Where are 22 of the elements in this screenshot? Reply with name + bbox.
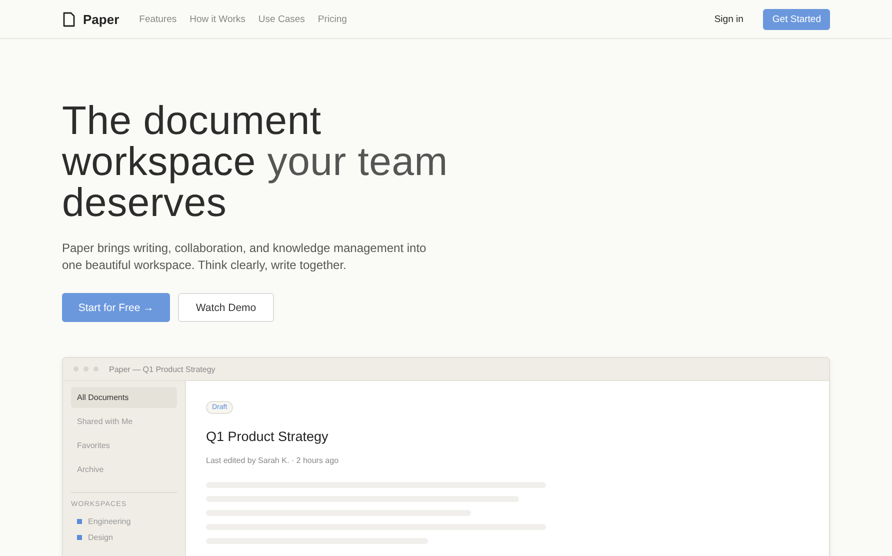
subtitle: Paper brings writing, collaboration, and knowledge management into one beautiful workspace. Think clearly, write together. [62, 240, 428, 274]
sidebar-item[interactable]: Favorites [71, 435, 177, 456]
sidebar-item[interactable]: All Documents [71, 387, 177, 408]
window-title: Paper — Q1 Product Strategy [109, 364, 216, 374]
headline: The document workspace your team deserves [62, 101, 449, 224]
watch-demo-button[interactable]: Watch Demo [178, 293, 274, 322]
workspace-item[interactable]: Engineering [88, 517, 131, 526]
document-meta: Last edited by Sarah K. · 2 hours ago [206, 456, 340, 465]
brand-name[interactable]: Paper [83, 12, 120, 26]
workspace-item[interactable]: Design [88, 533, 113, 542]
nav-link[interactable]: How it Works [190, 14, 246, 24]
nav-link[interactable]: Use Cases [258, 14, 305, 24]
get-started-button[interactable]: Get Started [763, 8, 830, 30]
window-controls-icon [73, 366, 99, 372]
start-for-free-button[interactable]: Start for Free → [62, 293, 170, 322]
nav-link[interactable]: Pricing [318, 14, 347, 24]
document-icon [63, 12, 75, 26]
sidebar-item[interactable]: Shared with Me [71, 411, 177, 432]
document-title: Q1 Product Strategy [206, 429, 330, 444]
sidebar-item[interactable]: Archive [71, 459, 177, 480]
nav-link[interactable]: Features [139, 14, 177, 24]
sign-in-link[interactable]: Sign in [714, 14, 744, 24]
